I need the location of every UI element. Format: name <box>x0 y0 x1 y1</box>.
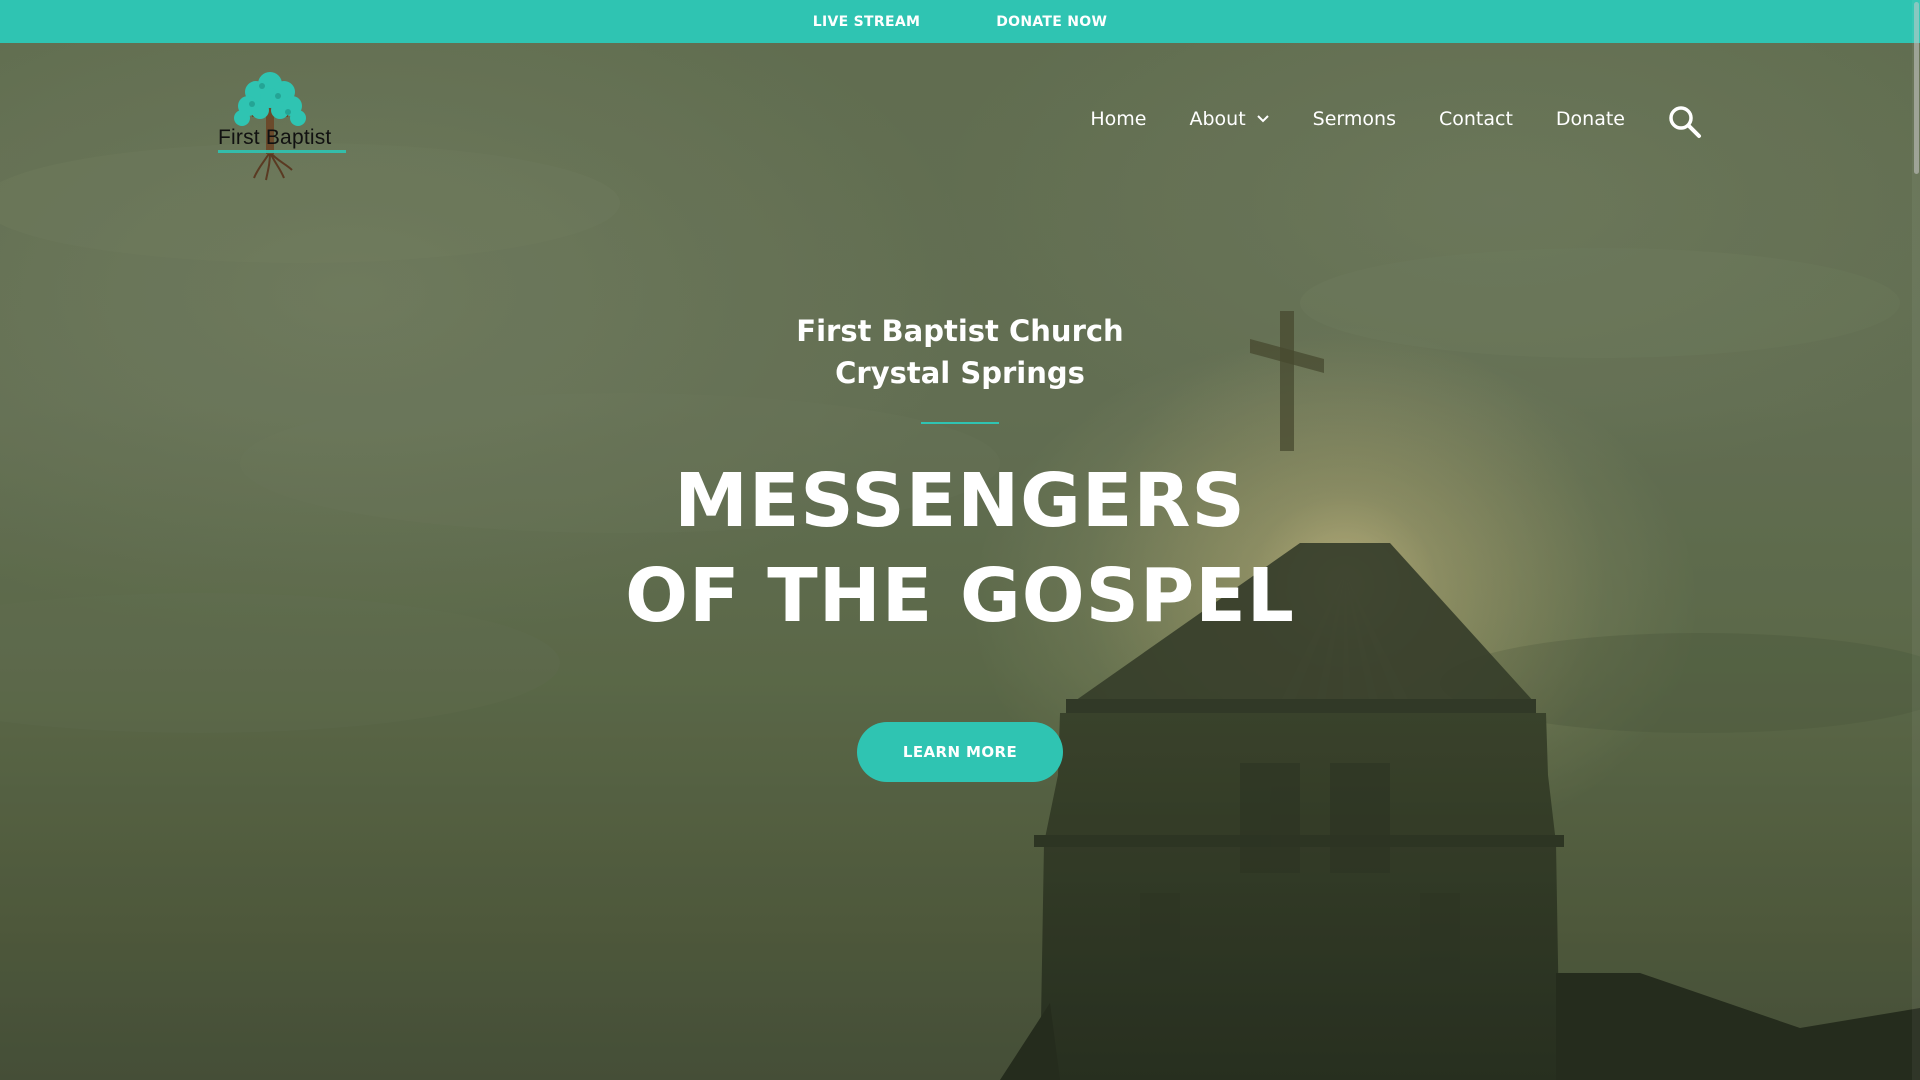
nav-item-contact[interactable]: Contact <box>1439 108 1513 130</box>
page-scrollbar[interactable] <box>1912 0 1920 1080</box>
nav-item-label: Donate <box>1555 108 1625 130</box>
nav-item-label: About <box>1189 108 1246 130</box>
top-bar: LIVE STREAM DONATE NOW <box>0 0 1920 43</box>
main-nav: Home About Sermons Contact Donate <box>1090 108 1625 130</box>
church-name-line2: Crystal Springs <box>835 356 1085 390</box>
title-divider <box>921 422 999 424</box>
church-name-line1: First Baptist Church <box>796 314 1124 348</box>
learn-more-button[interactable]: LEARN MORE <box>857 722 1063 782</box>
nav-item-label: Home <box>1090 108 1147 130</box>
tree-cross-icon <box>218 72 346 181</box>
nav-item-label: Sermons <box>1312 108 1396 130</box>
nav-item-label: Contact <box>1438 108 1513 130</box>
nav-item-about[interactable]: About <box>1189 108 1269 130</box>
page: LIVE STREAM DONATE NOW First Baptist Hom… <box>0 0 1920 1080</box>
chevron-down-icon <box>1256 115 1269 123</box>
logo-text: First Baptist <box>218 126 332 149</box>
headline-line1: MESSENGERS <box>674 458 1246 544</box>
scrollbar-thumb[interactable] <box>1914 2 1919 174</box>
hero-headline: MESSENGERS OF THE GOSPEL <box>0 454 1920 644</box>
nav-item-donate[interactable]: Donate <box>1556 108 1625 130</box>
site-logo[interactable]: First Baptist <box>214 66 354 182</box>
nav-item-home[interactable]: Home <box>1090 108 1146 130</box>
nav-item-sermons[interactable]: Sermons <box>1313 108 1396 130</box>
donate-now-link[interactable]: DONATE NOW <box>996 14 1107 30</box>
search-icon <box>1669 106 1701 138</box>
hero-content: First Baptist Church Crystal Springs MES… <box>0 310 1920 782</box>
live-stream-link[interactable]: LIVE STREAM <box>813 14 920 30</box>
headline-line2: OF THE GOSPEL <box>625 553 1295 639</box>
search-button[interactable] <box>1667 104 1703 140</box>
